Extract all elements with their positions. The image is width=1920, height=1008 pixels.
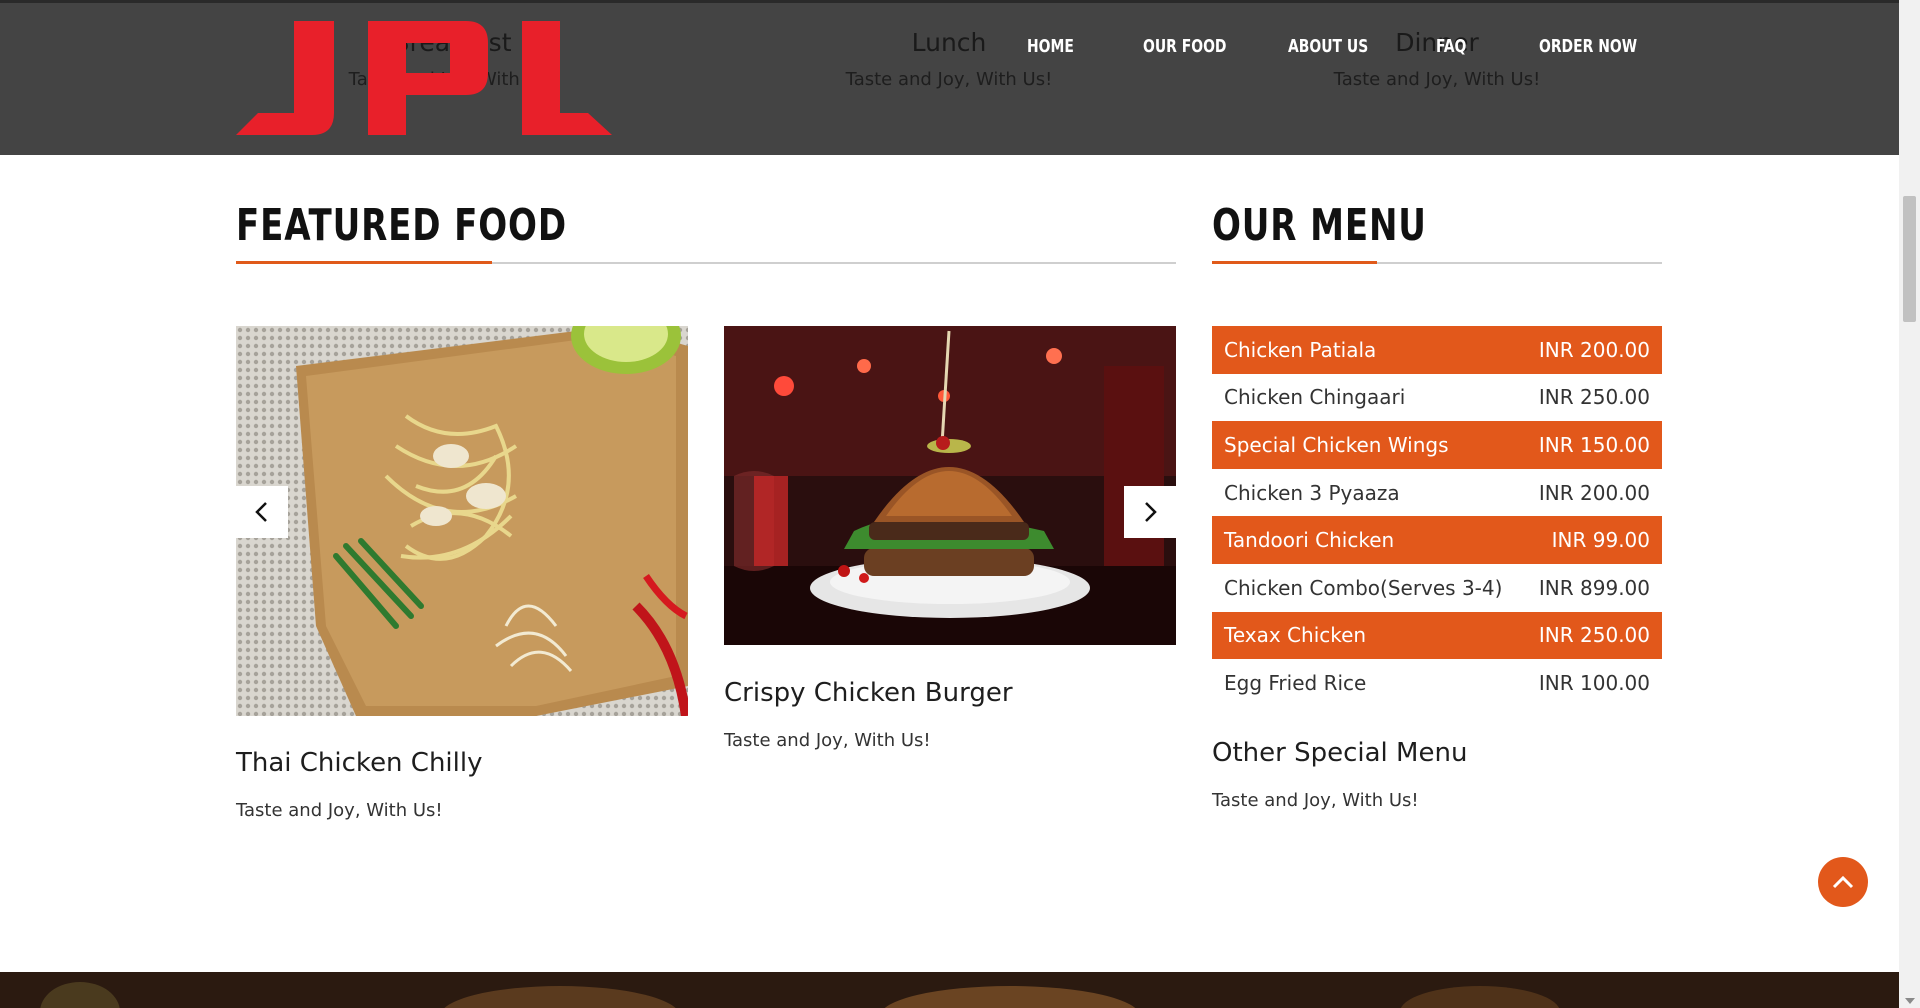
menu-item-price: INR 99.00 xyxy=(1551,528,1650,553)
chevron-up-icon xyxy=(1832,875,1854,889)
featured-heading-accent xyxy=(236,261,492,264)
slide-caption-subtitle: Taste and Joy, With Us! xyxy=(1333,69,1541,90)
site-header: Breakfast Taste and Joy, With Us! Lunch … xyxy=(0,3,1899,155)
slide-caption-title: Lunch xyxy=(911,28,987,57)
slide-caption-subtitle: Taste and Joy, With Us! xyxy=(845,69,1053,90)
nav-faq[interactable]: FAQ xyxy=(1436,36,1466,57)
featured-item-title[interactable]: Crispy Chicken Burger xyxy=(724,678,1013,708)
menu-item-price: INR 899.00 xyxy=(1538,575,1650,600)
next-section-background xyxy=(0,972,1899,1008)
menu-item[interactable]: Chicken Patiala INR 200.00 xyxy=(1212,326,1662,374)
chevron-left-icon xyxy=(255,502,267,522)
menu-item-price: INR 100.00 xyxy=(1538,670,1650,695)
menu-item-name: Egg Fried Rice xyxy=(1224,670,1367,695)
back-to-top-button[interactable] xyxy=(1818,857,1868,907)
carousel-next-button[interactable] xyxy=(1124,486,1176,538)
crispy-chicken-burger-image[interactable] xyxy=(724,326,1176,645)
our-menu-heading: OUR MENU xyxy=(1212,200,1427,251)
menu-item[interactable]: Chicken Chingaari INR 250.00 xyxy=(1212,373,1662,422)
other-special-menu-title[interactable]: Other Special Menu xyxy=(1212,738,1467,768)
menu-item[interactable]: Tandoori Chicken INR 99.00 xyxy=(1212,516,1662,564)
scroll-down-arrow-icon[interactable] xyxy=(1905,998,1915,1004)
featured-item-subtitle: Taste and Joy, With Us! xyxy=(724,730,931,751)
menu-item[interactable]: Texax Chicken INR 250.00 xyxy=(1212,611,1662,660)
menu-item-name: Chicken Chingaari xyxy=(1224,385,1406,410)
menu-item[interactable]: Chicken 3 Pyaaza INR 200.00 xyxy=(1212,468,1662,517)
nav-our-food[interactable]: OUR FOOD xyxy=(1143,36,1226,57)
jpl-logo[interactable] xyxy=(236,21,612,141)
featured-food-heading: FEATURED FOOD xyxy=(236,200,567,251)
slide-caption-lunch: Lunch Taste and Joy, With Us! xyxy=(739,28,1159,90)
featured-item-title[interactable]: Thai Chicken Chilly xyxy=(236,748,483,778)
menu-item[interactable]: Chicken Combo(Serves 3-4) INR 899.00 xyxy=(1212,563,1662,612)
menu-item-price: INR 250.00 xyxy=(1538,623,1650,648)
menu-item[interactable]: Special Chicken Wings INR 150.00 xyxy=(1212,421,1662,469)
carousel-prev-button[interactable] xyxy=(236,486,288,538)
menu-item-price: INR 200.00 xyxy=(1538,337,1650,362)
nav-order-now[interactable]: ORDER NOW xyxy=(1539,36,1637,57)
other-special-menu-subtitle: Taste and Joy, With Us! xyxy=(1212,790,1419,811)
nav-about-us[interactable]: ABOUT US xyxy=(1288,36,1368,57)
menu-item-name: Chicken Patiala xyxy=(1224,337,1377,362)
page-scrollbar[interactable] xyxy=(1899,0,1920,1008)
menu-item-price: INR 200.00 xyxy=(1538,480,1650,505)
menu-item-name: Chicken 3 Pyaaza xyxy=(1224,480,1400,505)
menu-item-name: Tandoori Chicken xyxy=(1224,528,1395,553)
menu-item-price: INR 150.00 xyxy=(1538,432,1650,457)
menu-list: Chicken Patiala INR 200.00 Chicken Chinga… xyxy=(1212,326,1662,707)
menu-item-name: Texax Chicken xyxy=(1224,623,1367,648)
menu-item-price: INR 250.00 xyxy=(1538,385,1650,410)
menu-item[interactable]: Egg Fried Rice INR 100.00 xyxy=(1212,659,1662,707)
menu-heading-accent xyxy=(1212,261,1377,264)
featured-item-subtitle: Taste and Joy, With Us! xyxy=(236,800,443,821)
nav-home[interactable]: HOME xyxy=(1027,36,1074,57)
menu-item-name: Special Chicken Wings xyxy=(1224,432,1449,457)
scrollbar-thumb[interactable] xyxy=(1903,196,1916,322)
menu-item-name: Chicken Combo(Serves 3-4) xyxy=(1224,575,1503,600)
chevron-right-icon xyxy=(1145,502,1157,522)
thai-chicken-chilly-image[interactable] xyxy=(236,326,688,716)
